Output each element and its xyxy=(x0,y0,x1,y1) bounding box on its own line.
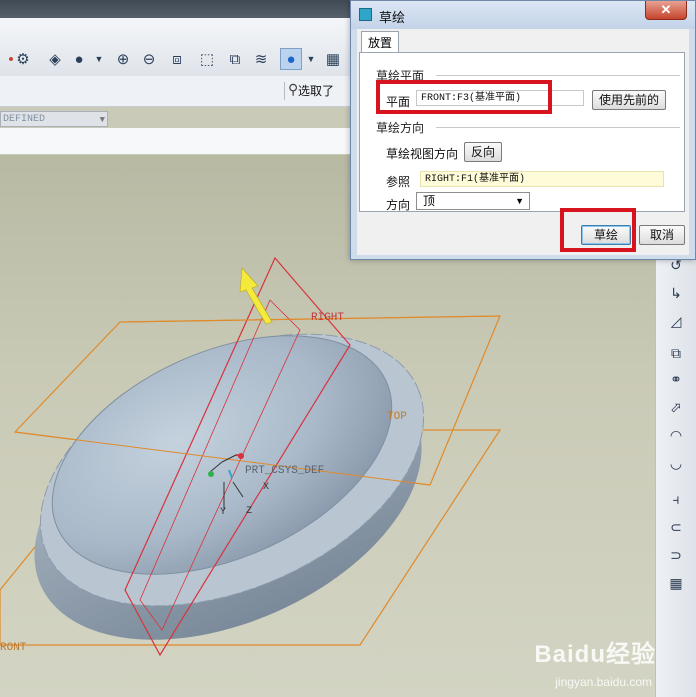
reference-label: 参照 xyxy=(386,175,411,189)
dialog-titlebar[interactable]: 草绘 ✕ xyxy=(351,1,695,29)
orientation-label: 方向 xyxy=(386,198,411,212)
filter-combo[interactable]: DEFINED ▼ xyxy=(0,111,108,127)
chevron-down-icon: ▼ xyxy=(99,115,105,125)
toolbar-divider xyxy=(284,82,285,100)
filter-icon[interactable]: ⚲ xyxy=(288,81,298,98)
layers-icon[interactable]: ≋ xyxy=(250,48,272,70)
dialog-app-icon xyxy=(359,8,372,21)
orientation-combo-value: 顶 xyxy=(423,194,436,208)
sphere-icon[interactable]: ● xyxy=(68,48,90,70)
close-button[interactable]: ✕ xyxy=(645,1,687,20)
datum-right-label: RIGHT xyxy=(311,312,345,324)
table-icon[interactable]: ▦ xyxy=(322,48,344,70)
datum-display-icon[interactable]: ● xyxy=(280,48,302,70)
plane-highlight-box xyxy=(376,80,552,114)
flip-button[interactable]: 反向 xyxy=(464,142,502,162)
sketch-button-highlight-box xyxy=(560,208,636,252)
feature-toolbar: ↺ ↳ ◿ ⧉ ⚭ ⬀ ◠ ◡ ⫞ ⊂ ⊃ ▦ xyxy=(655,238,696,697)
merge-icon[interactable]: ⊂ xyxy=(664,516,688,538)
view-direction-label: 草绘视图方向 xyxy=(386,147,459,161)
dialog-title: 草绘 xyxy=(379,10,406,25)
shell-icon[interactable]: ⧉ xyxy=(664,342,688,364)
zoom-in-icon[interactable]: ⊕ xyxy=(112,48,134,70)
orientation-combo[interactable]: 顶 ▼ xyxy=(416,192,530,210)
reference-field[interactable]: RIGHT:F1(基准平面) xyxy=(420,171,664,187)
placement-panel: 草绘平面 平面 FRONT:F3(基准平面) 使用先前的 草绘方向 草绘视图方向… xyxy=(359,52,685,212)
use-previous-button[interactable]: 使用先前的 xyxy=(592,90,666,110)
chevron-down-icon[interactable]: ▼ xyxy=(300,48,322,70)
draft-icon[interactable]: ⬀ xyxy=(664,396,688,418)
csys-axis-x: X xyxy=(263,482,270,493)
surface-icon[interactable]: ◠ xyxy=(664,424,688,446)
sketch-orientation-section-title: 草绘方向 xyxy=(376,121,425,135)
selection-status-label: 选取了 xyxy=(298,84,335,98)
tab-placement[interactable]: 放置 xyxy=(361,31,399,53)
offset-icon[interactable]: ◡ xyxy=(664,452,688,474)
csys-label: PRT_CSYS_DEF xyxy=(245,465,325,477)
csys-axis-y: Y xyxy=(220,507,227,518)
grid-table-icon[interactable]: ▦ xyxy=(664,572,688,594)
dialog-body: 放置 草绘平面 平面 FRONT:F3(基准平面) 使用先前的 草绘方向 草绘视… xyxy=(357,29,689,255)
trim-icon[interactable]: ⊃ xyxy=(664,544,688,566)
section-divider xyxy=(436,127,680,128)
zoom-out-icon[interactable]: ⊖ xyxy=(138,48,160,70)
refit-icon[interactable]: ⧈ xyxy=(166,48,188,70)
pattern-icon[interactable]: ⚭ xyxy=(664,368,688,390)
shading-icon[interactable]: ◈ xyxy=(44,48,66,70)
section-divider xyxy=(436,75,680,76)
watermark-logo: Baidu经验 xyxy=(534,641,656,668)
chevron-down-icon[interactable]: ▼ xyxy=(88,48,110,70)
mirror-icon[interactable]: ⫞ xyxy=(664,488,688,510)
rib-icon[interactable]: ◿ xyxy=(664,310,688,332)
saved-views-icon[interactable]: ⧉ xyxy=(224,48,246,70)
chevron-down-icon: ▼ xyxy=(515,196,524,206)
navigator-panel-strip xyxy=(0,128,350,154)
sketch-dialog: 草绘 ✕ 放置 草绘平面 平面 FRONT:F3(基准平面) 使用先前的 草绘方… xyxy=(350,0,696,260)
watermark-url: jingyan.baidu.com xyxy=(555,675,652,689)
datum-top-label: TOP xyxy=(387,411,407,423)
window-titlebar-strip xyxy=(0,0,350,18)
orient-icon[interactable]: ⬚ xyxy=(196,48,218,70)
cancel-button[interactable]: 取消 xyxy=(639,225,685,245)
filter-combo-value: DEFINED xyxy=(3,114,46,125)
datum-front-label: RONT xyxy=(0,642,27,654)
chamfer-icon[interactable]: ↳ xyxy=(664,282,688,304)
main-toolbar: • ⚙ ◈ ● ▼ ⊕ ⊖ ⧈ ⬚ ⧉ ≋ ● ▼ ▦ xyxy=(0,18,350,77)
csys-axis-z: Z xyxy=(246,506,253,517)
gear-settings-icon[interactable]: ⚙ xyxy=(12,48,34,70)
